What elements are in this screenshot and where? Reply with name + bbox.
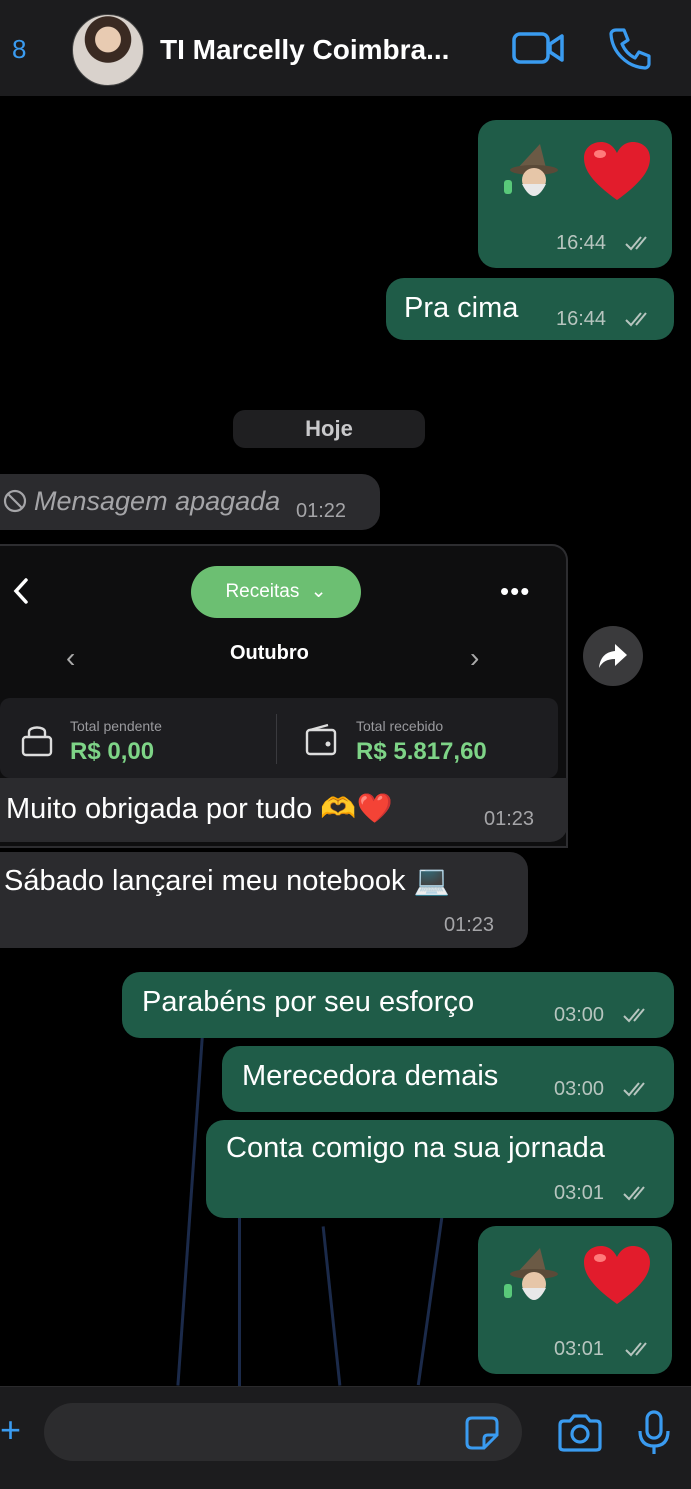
more-icon: ••• — [500, 576, 531, 606]
message-text: Pra cima — [404, 292, 519, 324]
double-check-icon — [625, 1342, 647, 1357]
message-time: 01:23 — [444, 914, 495, 936]
message-bubble-incoming[interactable]: Sábado lançarei meu notebook 💻 01:23 — [0, 852, 528, 948]
wallpaper-line — [176, 996, 207, 1386]
total-recebido-value: R$ 5.817,60 — [356, 738, 487, 765]
message-text: Sábado lançarei meu notebook 💻 — [4, 865, 450, 897]
wallpaper-line — [321, 1226, 342, 1386]
message-time: 01:22 — [296, 500, 347, 522]
total-pendente-value: R$ 0,00 — [70, 738, 155, 765]
chat-header: 8 TI Marcelly Coimbra... — [0, 0, 691, 97]
double-check-icon — [625, 312, 647, 327]
message-time: 03:01 — [554, 1338, 605, 1360]
avatar[interactable] — [72, 14, 144, 86]
microphone-icon[interactable] — [636, 1409, 672, 1457]
contact-name[interactable]: TI Marcelly Coimbra... — [160, 34, 449, 66]
phone-icon[interactable] — [608, 26, 652, 70]
wizard-emoji — [504, 1248, 558, 1300]
deleted-message-text: Mensagem apagada — [34, 486, 281, 516]
receitas-dropdown: Receitas ⌄ — [191, 566, 361, 618]
message-time: 16:44 — [556, 308, 607, 330]
message-bubble-outgoing[interactable]: Conta comigo na sua jornada 03:01 — [206, 1120, 674, 1218]
chevron-left-icon: ‹ — [66, 642, 76, 673]
message-bubble-outgoing[interactable]: Parabéns por seu esforço 03:00 — [122, 972, 674, 1038]
total-recebido-label: Total recebido — [356, 718, 444, 734]
heart-emoji — [584, 142, 650, 200]
message-bubble-incoming[interactable]: Muito obrigada por tudo 🫶❤️ 01:23 — [0, 778, 568, 842]
message-time: 03:00 — [554, 1004, 605, 1026]
video-icon[interactable] — [512, 30, 564, 66]
message-input[interactable] — [44, 1403, 522, 1461]
sticker-icon[interactable] — [464, 1415, 500, 1451]
message-text: Parabéns por seu esforço — [142, 986, 475, 1018]
message-bubble-incoming[interactable]: Mensagem apagada 01:22 — [0, 474, 380, 530]
chevron-down-icon: ⌄ — [310, 581, 327, 602]
heart-emoji — [584, 1246, 650, 1304]
camera-icon[interactable] — [556, 1413, 604, 1453]
wizard-emoji — [504, 144, 558, 196]
chat-area[interactable]: 16:44 Pra cima 16:44 Hoje Mensagem apaga… — [0, 96, 691, 1386]
message-time: 03:00 — [554, 1078, 605, 1100]
wallet-icon — [305, 723, 337, 756]
message-bubble-outgoing[interactable]: Pra cima 16:44 — [386, 278, 674, 340]
month-label: Outubro — [230, 642, 309, 664]
date-separator: Hoje — [233, 410, 425, 448]
message-time: 16:44 — [556, 232, 607, 254]
message-bubble-outgoing[interactable]: Merecedora demais 03:00 — [222, 1046, 674, 1112]
chevron-left-icon — [13, 578, 28, 604]
chevron-right-icon: › — [470, 642, 480, 673]
forward-button[interactable] — [583, 626, 643, 686]
receitas-label: Receitas — [225, 581, 300, 602]
wallpaper-line — [238, 1196, 241, 1386]
wallpaper-line — [416, 1196, 447, 1386]
message-time: 03:01 — [554, 1182, 605, 1204]
totals-panel: Total pendente R$ 0,00 Total recebido R$… — [0, 698, 558, 778]
message-time: 01:23 — [484, 808, 535, 830]
message-bubble-outgoing[interactable]: 16:44 — [478, 120, 672, 268]
double-check-icon — [625, 236, 647, 251]
deleted-icon — [3, 489, 27, 513]
forward-icon — [599, 644, 627, 668]
total-pendente-label: Total pendente — [70, 718, 162, 734]
lock-icon — [21, 726, 53, 757]
double-check-icon — [623, 1082, 645, 1097]
divider — [276, 714, 277, 764]
double-check-icon — [623, 1008, 645, 1023]
message-input-bar: + — [0, 1386, 691, 1489]
message-text: Merecedora demais — [242, 1060, 499, 1092]
plus-icon[interactable]: + — [0, 1409, 21, 1451]
back-unread-count[interactable]: 8 — [12, 34, 26, 65]
message-bubble-outgoing[interactable]: 03:01 — [478, 1226, 672, 1374]
message-text: Conta comigo na sua jornada — [226, 1132, 605, 1164]
message-text: Muito obrigada por tudo 🫶❤️ — [6, 793, 393, 825]
double-check-icon — [623, 1186, 645, 1201]
